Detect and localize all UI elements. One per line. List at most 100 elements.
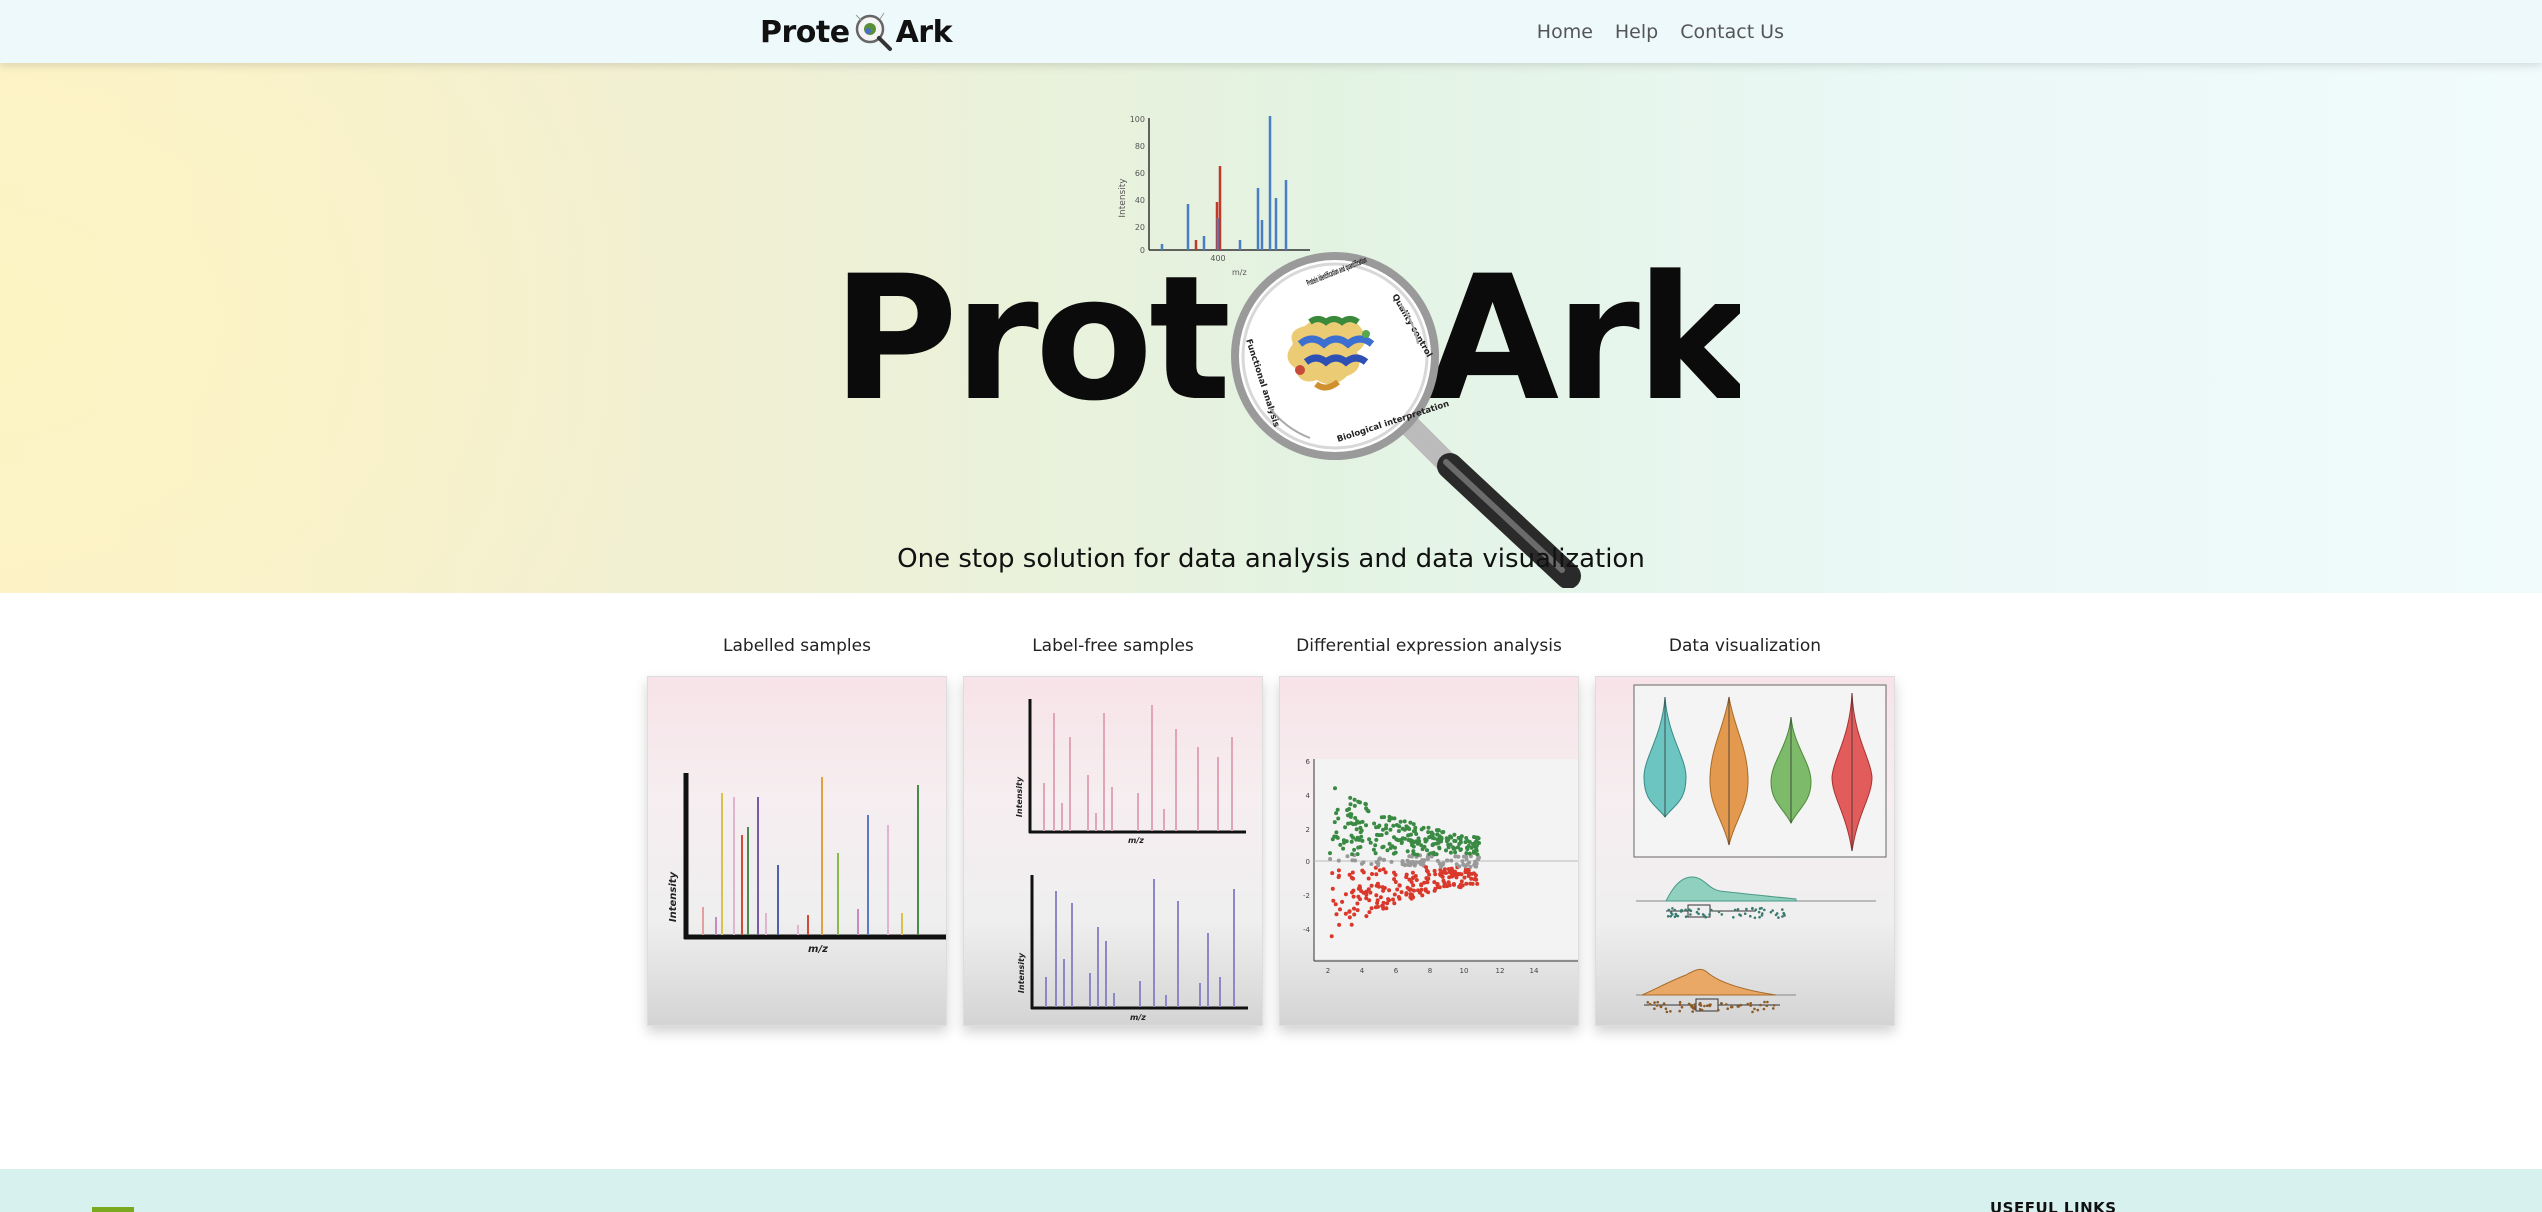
rain-point — [1757, 910, 1761, 914]
ma-point — [1378, 895, 1383, 900]
ma-point — [1334, 811, 1339, 816]
ma-point — [1330, 871, 1335, 876]
ma-point — [1404, 824, 1409, 829]
ma-point — [1374, 860, 1379, 864]
ma-point — [1358, 897, 1362, 902]
ma-point — [1411, 822, 1416, 827]
ma-point — [1433, 886, 1438, 891]
ma-point — [1425, 880, 1430, 885]
ma-point — [1340, 899, 1345, 904]
ma-point — [1449, 858, 1454, 863]
ma-point — [1381, 906, 1386, 911]
card-label-free-samples-image[interactable]: m/z Intensity m/z Intensity — [963, 676, 1263, 1026]
ma-point — [1337, 922, 1342, 927]
ma-point — [1355, 835, 1360, 840]
ma-point — [1449, 835, 1454, 840]
ma-point — [1434, 841, 1439, 846]
ma-point — [1356, 799, 1361, 804]
ma-point — [1375, 832, 1379, 837]
rain-point — [1665, 1010, 1669, 1014]
ma-point — [1368, 840, 1373, 845]
ma-point — [1333, 902, 1338, 907]
ma-point — [1463, 864, 1468, 869]
rain-point — [1691, 1010, 1694, 1013]
nav-home-link[interactable]: Home — [1537, 21, 1593, 43]
ma-point — [1452, 832, 1457, 837]
card-labelled-samples-image[interactable]: m/z Intensity — [647, 676, 947, 1026]
ma-point — [1355, 901, 1360, 906]
ma-plot-chart: 6 4 2 0 -2 -4 2 4 6 8 10 12 14 — [1303, 758, 1578, 975]
rain-point — [1720, 913, 1724, 916]
ma-point — [1346, 813, 1350, 818]
ma-point — [1395, 887, 1400, 892]
card-ylabel: Intensity — [1017, 952, 1026, 993]
ma-point — [1449, 868, 1454, 873]
rain-point — [1720, 1002, 1723, 1005]
ma-point — [1450, 874, 1455, 879]
nav-contact-link[interactable]: Contact Us — [1680, 21, 1784, 43]
ma-point — [1467, 860, 1472, 865]
card-title: Data visualization — [1668, 636, 1822, 656]
rain-point — [1774, 913, 1778, 917]
rain-point — [1693, 1003, 1697, 1006]
ma-point — [1343, 892, 1348, 897]
rain-point — [1732, 916, 1735, 919]
footer: USEFUL LINKS — [0, 1169, 2542, 1212]
rain-point — [1669, 915, 1672, 918]
ma-point — [1468, 864, 1473, 869]
ma-point — [1391, 897, 1395, 902]
ma-point — [1426, 876, 1431, 881]
ma-point — [1410, 859, 1415, 864]
rain-point — [1766, 1000, 1769, 1004]
ma-y-tick: 6 — [1306, 758, 1311, 766]
rain-point — [1648, 1002, 1652, 1006]
ma-point — [1448, 850, 1453, 855]
rain-point — [1695, 910, 1699, 914]
ma-point — [1346, 821, 1351, 826]
ma-point — [1416, 836, 1421, 841]
ma-point — [1418, 860, 1422, 864]
ma-point — [1414, 860, 1419, 865]
ma-point — [1440, 830, 1445, 835]
card-differential-expression-image[interactable]: 6 4 2 0 -2 -4 2 4 6 8 10 12 14 — [1279, 676, 1579, 1026]
rain-point — [1753, 1007, 1756, 1011]
rain-point — [1772, 1004, 1776, 1007]
ma-point — [1432, 852, 1437, 857]
rain-point — [1667, 908, 1671, 912]
ma-point — [1424, 865, 1429, 870]
ma-point — [1429, 830, 1434, 835]
rain-point — [1684, 908, 1687, 912]
ma-point — [1387, 888, 1392, 893]
ma-point — [1359, 861, 1364, 866]
footer-accent-bar — [92, 1207, 134, 1212]
ma-point — [1464, 857, 1469, 862]
ma-y-tick: -2 — [1303, 892, 1310, 900]
brand-logo[interactable]: Prote Ark — [760, 10, 953, 54]
ma-point — [1332, 820, 1337, 825]
ma-point — [1464, 881, 1469, 886]
ma-point — [1408, 892, 1413, 897]
ma-point — [1388, 827, 1393, 832]
spectrum-y-tick: 100 — [1130, 115, 1145, 124]
rain-point — [1781, 908, 1784, 911]
nav-help-link[interactable]: Help — [1615, 21, 1658, 43]
ma-point — [1367, 910, 1372, 915]
spectrum-y-tick: 80 — [1135, 142, 1145, 151]
rain-point — [1678, 1009, 1681, 1013]
card-title: Differential expression analysis — [1296, 636, 1562, 656]
ma-point — [1426, 825, 1431, 830]
ma-point — [1369, 883, 1374, 888]
card-data-visualization-image[interactable] — [1595, 676, 1895, 1026]
ma-point — [1446, 880, 1451, 885]
rain-point — [1733, 908, 1737, 912]
ma-y-tick: 2 — [1306, 826, 1310, 834]
ma-point — [1370, 872, 1374, 876]
ma-point — [1392, 816, 1397, 821]
hero-logo-artwork: 100 80 60 40 20 0 Intensity 400 m/z Prot… — [832, 115, 1740, 588]
ma-point — [1338, 907, 1342, 912]
card-xlabel: m/z — [1130, 1013, 1146, 1022]
ma-point — [1355, 908, 1360, 913]
rain-point — [1763, 1000, 1766, 1004]
ma-point — [1411, 895, 1416, 900]
ma-point — [1437, 846, 1442, 851]
